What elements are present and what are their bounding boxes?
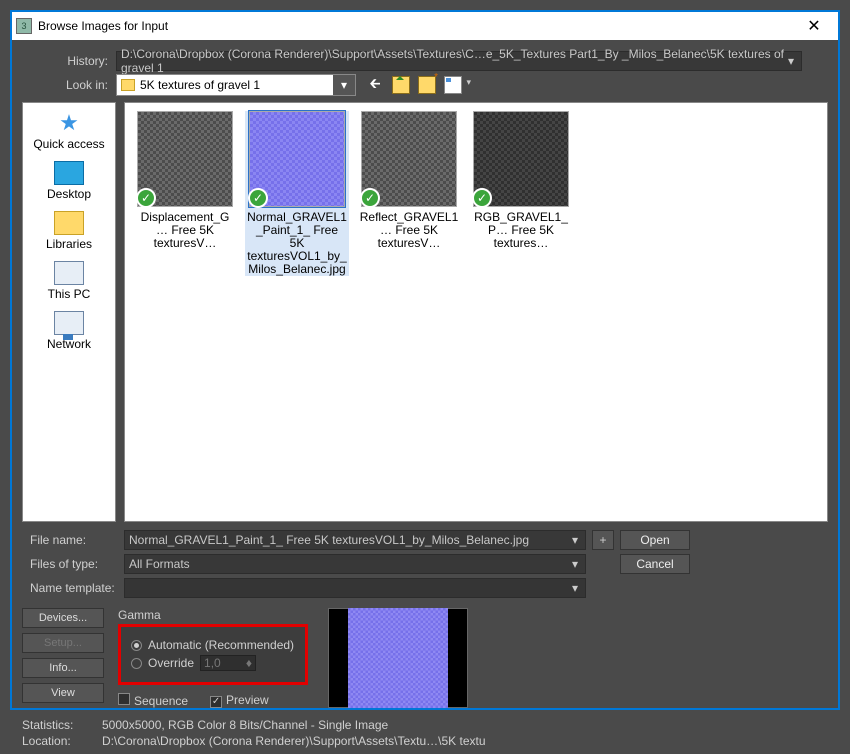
gamma-value: 1,0 [204,656,221,670]
file-thumb[interactable]: ✓ Normal_GRAVEL1_Paint_1_ Free 5K texture… [245,111,349,276]
place-label: Quick access [33,137,104,151]
close-button[interactable]: ✕ [794,16,834,36]
place-quick[interactable]: ★ Quick access [33,111,104,151]
lib-icon [54,211,84,235]
sequence-checkbox[interactable]: Sequence [118,693,188,708]
chevron-down-icon: ▾ [567,531,583,549]
lookin-label: Look in: [22,78,116,92]
statistics-label: Statistics: [22,718,102,732]
chevron-down-icon: ▾ [567,555,583,573]
back-icon[interactable]: 🡰 [366,76,384,94]
preview-checkbox[interactable]: ✓Preview [210,693,269,708]
file-caption: RGB_GRAVEL1_P… Free 5K textures… [469,211,573,250]
checkmark-icon: ✓ [472,188,492,208]
new-folder-icon[interactable] [418,76,436,94]
gamma-spinner[interactable]: 1,0♦ [200,655,256,671]
file-caption: Normal_GRAVEL1_Paint_1_ Free 5K textures… [245,211,349,276]
place-lib[interactable]: Libraries [46,211,92,251]
preview-pane [328,608,468,708]
gamma-override-radio[interactable]: Override 1,0♦ [131,655,295,671]
dialog-frame: 3 Browse Images for Input ✕ History: D:\… [10,10,840,710]
radio-off-icon [131,658,142,669]
file-thumb[interactable]: ✓ RGB_GRAVEL1_P… Free 5K textures… [469,111,573,250]
file-caption: Reflect_GRAVEL1… Free 5K texturesV… [357,211,461,250]
plus-button[interactable]: + [592,530,614,550]
name-template-dropdown[interactable]: ▾ [124,578,586,598]
pc-icon [54,261,84,285]
devices-button[interactable]: Devices... [22,608,104,628]
quick-icon: ★ [54,111,84,135]
view-menu-icon[interactable] [444,76,462,94]
file-thumb[interactable]: ✓ Reflect_GRAVEL1… Free 5K texturesV… [357,111,461,250]
chevron-down-icon: ▾ [333,75,355,95]
history-dropdown[interactable]: D:\Corona\Dropbox (Corona Renderer)\Supp… [116,51,802,71]
places-bar: ★ Quick access Desktop Libraries This PC Netw… [22,102,116,522]
place-desk[interactable]: Desktop [47,161,91,201]
statistics-value: 5000x5000, RGB Color 8 Bits/Channel - Si… [102,718,388,732]
file-list[interactable]: ✓ Displacement_G… Free 5K texturesV… ✓ Norm… [124,102,828,522]
file-caption: Displacement_G… Free 5K texturesV… [133,211,237,250]
gamma-override-label: Override [148,656,194,670]
open-button[interactable]: Open [620,530,690,550]
filename-label: File name: [30,533,124,547]
gamma-group: Automatic (Recommended) Override 1,0♦ [118,624,308,685]
preview-image [348,608,448,708]
filename-value: Normal_GRAVEL1_Paint_1_ Free 5K textures… [129,533,529,547]
thumbnail-image: ✓ [361,111,457,207]
place-label: Libraries [46,237,92,251]
place-pc[interactable]: This PC [48,261,91,301]
filename-dropdown[interactable]: Normal_GRAVEL1_Paint_1_ Free 5K textures… [124,530,586,550]
filetype-label: Files of type: [30,557,124,571]
gamma-auto-radio[interactable]: Automatic (Recommended) [131,638,295,652]
net-icon [54,311,84,335]
window-title: Browse Images for Input [38,19,794,33]
place-label: This PC [48,287,91,301]
gamma-auto-label: Automatic (Recommended) [148,638,294,652]
checkmark-icon: ✓ [136,188,156,208]
file-thumb[interactable]: ✓ Displacement_G… Free 5K texturesV… [133,111,237,250]
thumbnail-image: ✓ [249,111,345,207]
filetype-dropdown[interactable]: All Formats ▾ [124,554,586,574]
history-label: History: [22,54,116,68]
checkmark-icon: ✓ [360,188,380,208]
desk-icon [54,161,84,185]
chevron-down-icon: ▾ [567,579,583,597]
thumbnail-image: ✓ [473,111,569,207]
checkmark-icon: ✓ [248,188,268,208]
setup-button[interactable]: Setup... [22,633,104,653]
gamma-label: Gamma [118,608,308,622]
title-bar: 3 Browse Images for Input ✕ [12,12,838,40]
filetype-value: All Formats [129,557,190,571]
info-button[interactable]: Info... [22,658,104,678]
place-label: Desktop [47,187,91,201]
location-value: D:\Corona\Dropbox (Corona Renderer)\Supp… [102,734,486,748]
up-folder-icon[interactable] [392,76,410,94]
lookin-value: 5K textures of gravel 1 [140,78,260,92]
place-net[interactable]: Network [47,311,91,351]
view-button[interactable]: View [22,683,104,703]
location-label: Location: [22,734,102,748]
chevron-down-icon: ▾ [783,52,799,70]
cancel-button[interactable]: Cancel [620,554,690,574]
folder-icon [121,79,135,91]
name-template-label: Name template: [30,581,124,595]
history-value: D:\Corona\Dropbox (Corona Renderer)\Supp… [121,47,797,75]
app-icon: 3 [16,18,32,34]
radio-on-icon [131,640,142,651]
nav-buttons: 🡰 [366,76,462,94]
thumbnail-image: ✓ [137,111,233,207]
lookin-dropdown[interactable]: 5K textures of gravel 1 ▾ [116,74,356,96]
